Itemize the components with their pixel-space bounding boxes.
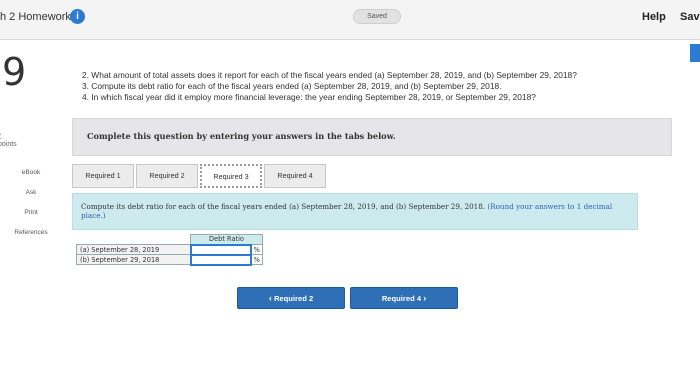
tab-required-3[interactable]: Required 3 <box>200 164 262 188</box>
tab-required-2[interactable]: Required 2 <box>136 164 198 188</box>
sidebar-item-ask[interactable]: Ask <box>6 188 56 197</box>
tab-required-4[interactable]: Required 4 <box>264 164 326 188</box>
sidebar-item-print[interactable]: Print <box>6 208 56 217</box>
debt-ratio-input-2019[interactable] <box>189 243 252 256</box>
question-number: 9 <box>2 50 27 94</box>
row-label: (a) September 28, 2019 <box>76 244 191 255</box>
question-line: 3. Compute its debt ratio for each of th… <box>82 81 502 91</box>
sidebar-item-references[interactable]: References <box>6 228 56 237</box>
instruction-text: Compute its debt ratio for each of the f… <box>81 202 631 220</box>
row-label: (b) September 29, 2018 <box>76 254 191 265</box>
top-bar: h 2 Homework i Saved Help Save <box>0 0 700 40</box>
save-link[interactable]: Save <box>680 11 700 23</box>
next-button-label: Required 4 <box>381 294 422 303</box>
points-value: 2 <box>0 131 1 141</box>
resource-sidebar: eBook Ask Print References <box>0 168 62 248</box>
sidebar-item-ebook[interactable]: eBook <box>6 168 56 177</box>
next-required-button[interactable]: Required 4 › <box>350 287 458 309</box>
percent-unit: % <box>250 244 263 255</box>
assignment-title: h 2 Homework <box>0 11 71 23</box>
requirement-instruction: Compute its debt ratio for each of the f… <box>72 193 638 230</box>
chevron-right-icon: › <box>423 293 427 303</box>
previous-button-label: Required 2 <box>273 294 314 303</box>
table-header-row: Debt Ratio <box>77 234 263 245</box>
instruction-main: Compute its debt ratio for each of the f… <box>81 202 486 211</box>
question-line: 4. In which fiscal year did it employ mo… <box>82 92 536 102</box>
info-icon[interactable]: i <box>70 9 85 24</box>
chevron-left-icon: ‹ <box>268 293 272 303</box>
points-label: points <box>0 141 17 148</box>
column-header-debt-ratio: Debt Ratio <box>190 234 263 245</box>
debt-ratio-input-2018[interactable] <box>189 253 252 266</box>
table-header-blank <box>77 235 191 245</box>
table-row: (a) September 28, 2019 % <box>76 243 263 256</box>
help-link[interactable]: Help <box>642 11 666 23</box>
tab-required-1[interactable]: Required 1 <box>72 164 134 188</box>
percent-unit: % <box>250 254 263 265</box>
table-row: (b) September 29, 2018 % <box>76 253 263 266</box>
side-panel-handle[interactable] <box>690 44 700 62</box>
saved-status-badge: Saved <box>353 9 401 24</box>
instructions-banner: Complete this question by entering your … <box>72 118 672 156</box>
question-text: 2. What amount of total assets does it r… <box>82 70 577 103</box>
debt-ratio-table: Debt Ratio (a) September 28, 2019 % (b) … <box>76 234 263 266</box>
instructions-text: Complete this question by entering your … <box>87 131 396 141</box>
question-line: 2. What amount of total assets does it r… <box>82 70 577 80</box>
previous-required-button[interactable]: ‹ Required 2 <box>237 287 345 309</box>
